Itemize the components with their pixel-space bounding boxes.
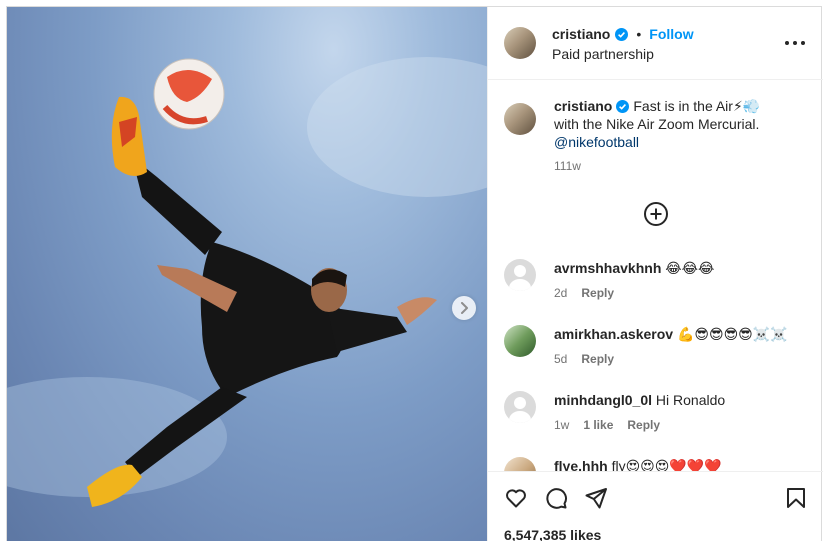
comment-timestamp[interactable]: 5d (554, 352, 567, 366)
player-photo (7, 57, 487, 507)
reply-button[interactable]: Reply (581, 352, 614, 366)
plus-circle-icon[interactable] (643, 201, 669, 227)
verified-badge-icon (615, 27, 629, 41)
comment-row: flye.hhh fly😍😍😍❤️❤️❤️ (554, 457, 722, 471)
caption-username[interactable]: cristiano (554, 97, 612, 115)
comment-like-count[interactable]: 1 like (583, 418, 613, 432)
caption-text-2: with the Nike Air Zoom Mercurial. (554, 116, 760, 132)
caption-text-1: Fast is in the Air⚡💨 (633, 98, 761, 114)
comment-icon[interactable] (544, 486, 568, 510)
caption-avatar[interactable] (504, 103, 536, 135)
comment-row: amirkhan.askerov 💪😎😎😎😎☠️☠️ (554, 325, 788, 343)
caption-mention-link[interactable]: @nikefootball (554, 133, 784, 151)
likes-count[interactable]: 6,547,385 likes (504, 527, 601, 541)
separator-dot: • (636, 26, 642, 42)
caption-timestamp[interactable]: 111w (554, 157, 784, 175)
post-side-panel: cristiano • Follow Paid partnership cris… (487, 7, 823, 541)
comment-text: Hi Ronaldo (655, 392, 726, 408)
comment-username[interactable]: amirkhan.askerov (554, 326, 673, 342)
comment-timestamp[interactable]: 2d (554, 286, 567, 300)
post-header: cristiano • Follow Paid partnership (488, 7, 823, 80)
comment-text: 💪😎😎😎😎☠️☠️ (676, 326, 788, 342)
verified-badge-icon (616, 99, 630, 113)
comment-meta: 2d Reply (554, 286, 614, 300)
paid-partnership-label[interactable]: Paid partnership (552, 46, 654, 62)
comment-username[interactable]: avrmshhavkhnh (554, 260, 661, 276)
avatar[interactable] (504, 27, 536, 59)
reply-button[interactable]: Reply (627, 418, 660, 432)
comment-avatar[interactable] (504, 325, 536, 357)
share-icon[interactable] (584, 486, 608, 510)
comment-meta: 5d Reply (554, 352, 614, 366)
comment-meta: 1w 1 like Reply (554, 418, 660, 432)
comment-row: minhdangl0_0l Hi Ronaldo (554, 391, 725, 409)
comment-text: 😂😂😂 (665, 260, 715, 276)
heart-icon[interactable] (504, 486, 528, 510)
comment-avatar[interactable] (504, 391, 536, 423)
comment-username[interactable]: minhdangl0_0l (554, 392, 652, 408)
comment-timestamp[interactable]: 1w (554, 418, 569, 432)
header-username[interactable]: cristiano (552, 26, 610, 42)
next-media-button[interactable] (452, 296, 476, 320)
action-bar: 6,547,385 likes (488, 471, 823, 541)
comment-username[interactable]: flye.hhh (554, 458, 608, 471)
bookmark-icon[interactable] (784, 486, 808, 510)
post-dialog: cristiano • Follow Paid partnership cris… (6, 6, 823, 541)
comments-list[interactable]: cristiano Fast is in the Air⚡💨 with the … (488, 81, 823, 471)
reply-button[interactable]: Reply (581, 286, 614, 300)
comment-row: avrmshhavkhnh 😂😂😂 (554, 259, 714, 277)
chevron-right-icon (461, 302, 468, 314)
comment-avatar[interactable] (504, 259, 536, 291)
caption: cristiano Fast is in the Air⚡💨 with the … (554, 97, 784, 175)
header-user-row: cristiano • Follow (552, 26, 694, 42)
comment-avatar[interactable] (504, 457, 536, 471)
more-options-icon[interactable] (785, 35, 805, 51)
follow-button[interactable]: Follow (649, 26, 693, 42)
football-image (153, 58, 225, 130)
comment-text: fly😍😍😍❤️❤️❤️ (611, 458, 722, 471)
post-media[interactable] (7, 7, 487, 541)
